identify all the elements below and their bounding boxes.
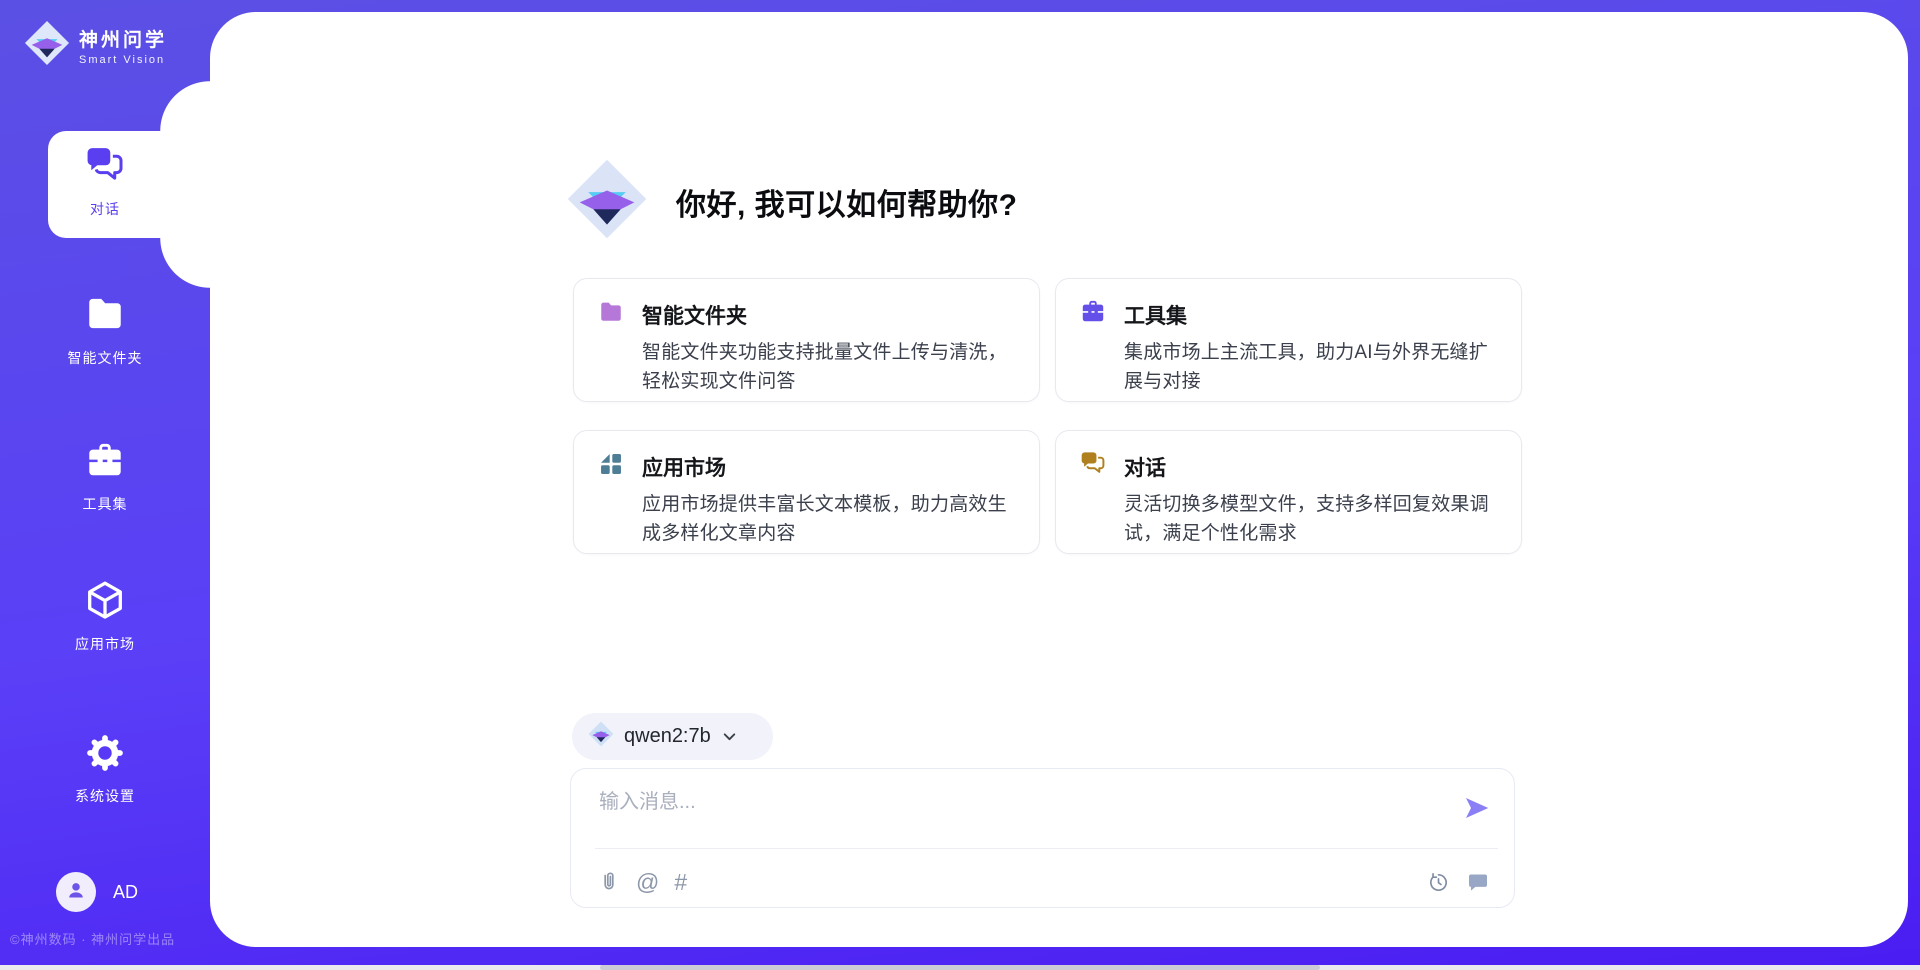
sidebar-item-label: 对话 [90, 199, 120, 219]
mention-icon[interactable]: @ [636, 870, 659, 894]
chevron-down-icon [721, 728, 738, 745]
sidebar: 神州问学 Smart Vision 对话 智能文件夹 工具集 [0, 0, 210, 970]
paperclip-icon[interactable] [597, 870, 621, 894]
card-smart-folder[interactable]: 智能文件夹 智能文件夹功能支持批量文件上传与清洗，轻松实现文件问答 [573, 278, 1040, 402]
sidebar-item-label: 智能文件夹 [68, 348, 143, 368]
composer-tools: @ # [597, 870, 687, 894]
composer-divider [595, 848, 1498, 849]
card-toolset[interactable]: 工具集 集成市场上主流工具，助力AI与外界无缝扩展与对接 [1055, 278, 1522, 402]
sidebar-item-settings[interactable]: 系统设置 [0, 733, 210, 806]
main-panel: 你好, 我可以如何帮助你? 智能文件夹 智能文件夹功能支持批量文件上传与清洗，轻… [210, 12, 1908, 947]
chat-bubble-icon[interactable] [1466, 870, 1490, 894]
sidebar-item-label: 应用市场 [75, 634, 135, 654]
sidebar-footer: ©神州数码 · 神州问学出品 [10, 929, 175, 948]
folder-icon [84, 293, 126, 340]
toolbox-icon [85, 441, 125, 486]
user-account[interactable]: AD [56, 872, 138, 912]
card-description: 应用市场提供丰富长文本模板，助力高效生成多样化文章内容 [598, 491, 1015, 548]
brand-diamond-icon [24, 20, 70, 71]
hashtag-icon[interactable]: # [674, 870, 687, 894]
card-description: 灵活切换多模型文件，支持多样回复效果调试，满足个性化需求 [1080, 491, 1497, 548]
scrollbar-thumb[interactable] [600, 965, 1320, 970]
brand-subtitle: Smart Vision [79, 54, 167, 66]
user-name: AD [113, 882, 138, 903]
card-description: 集成市场上主流工具，助力AI与外界无缝扩展与对接 [1080, 339, 1497, 396]
model-name: qwen2:7b [624, 725, 711, 748]
card-title: 工具集 [1124, 300, 1187, 330]
message-composer: @ # [570, 768, 1515, 908]
sidebar-item-label: 工具集 [83, 494, 128, 514]
composer-right-tools [1427, 870, 1490, 894]
sidebar-item-toolset[interactable]: 工具集 [0, 441, 210, 514]
person-icon [65, 879, 87, 906]
greeting-diamond-icon [566, 158, 648, 245]
folder-icon [598, 299, 624, 330]
grid-icon [598, 451, 624, 482]
horizontal-scrollbar [0, 965, 1920, 970]
card-title: 对话 [1124, 452, 1166, 482]
brand-logo: 神州问学 Smart Vision [24, 20, 167, 71]
model-diamond-icon [588, 721, 614, 752]
greeting: 你好, 我可以如何帮助你? [566, 158, 1018, 245]
model-selector[interactable]: qwen2:7b [572, 713, 773, 760]
card-description: 智能文件夹功能支持批量文件上传与清洗，轻松实现文件问答 [598, 339, 1015, 396]
sidebar-item-app-market[interactable]: 应用市场 [0, 579, 210, 654]
toolbox-icon [1080, 299, 1106, 330]
brand-name: 神州问学 [79, 25, 167, 52]
sidebar-item-label: 系统设置 [75, 786, 135, 806]
greeting-text: 你好, 我可以如何帮助你? [676, 180, 1018, 224]
chat-icon [1080, 451, 1106, 482]
card-title: 应用市场 [642, 452, 726, 482]
avatar [56, 872, 96, 912]
sidebar-item-chat[interactable]: 对话 [0, 146, 210, 219]
message-input[interactable] [599, 785, 1419, 841]
send-icon[interactable] [1462, 793, 1492, 823]
active-tab-flare-bottom [160, 238, 210, 288]
card-app-market[interactable]: 应用市场 应用市场提供丰富长文本模板，助力高效生成多样化文章内容 [573, 430, 1040, 554]
active-tab-flare-top [160, 81, 210, 131]
feature-cards: 智能文件夹 智能文件夹功能支持批量文件上传与清洗，轻松实现文件问答 工具集 集成… [573, 278, 1522, 554]
history-icon[interactable] [1427, 871, 1450, 894]
card-title: 智能文件夹 [642, 300, 747, 330]
chat-icon [85, 146, 125, 191]
cube-icon [84, 579, 126, 626]
card-chat[interactable]: 对话 灵活切换多模型文件，支持多样回复效果调试，满足个性化需求 [1055, 430, 1522, 554]
sidebar-item-smart-folder[interactable]: 智能文件夹 [0, 293, 210, 368]
gear-icon [85, 733, 125, 778]
